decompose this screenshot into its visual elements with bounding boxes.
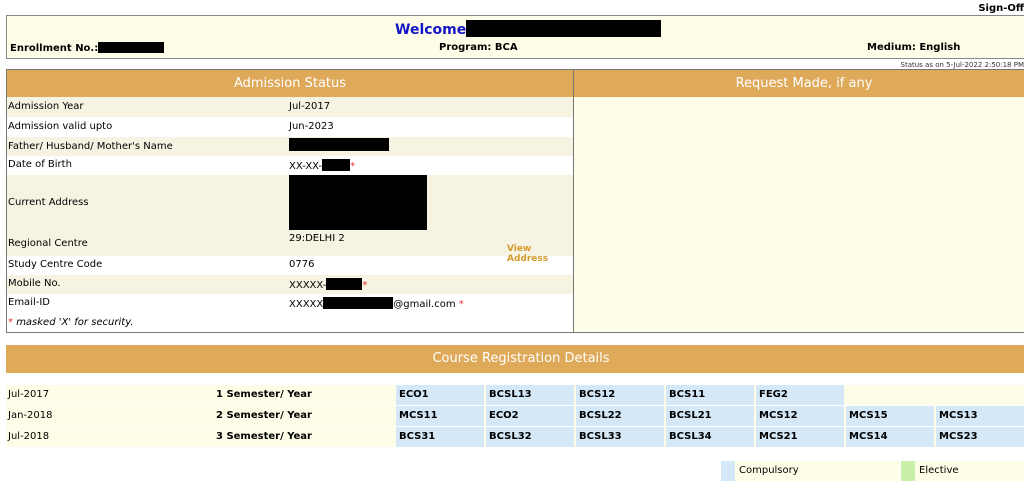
request-made-title: Request Made, if any [574, 70, 1024, 97]
course-code-cell: BCSL33 [576, 427, 664, 447]
course-code-cell: MCS11 [396, 406, 484, 426]
redacted-enrollment-number [98, 42, 165, 53]
course-code-cell: ECO2 [486, 406, 574, 426]
admission-row-valid-upto: Admission valid upto Jun-2023 [7, 117, 573, 137]
redacted-mobile [326, 278, 363, 290]
course-code-cell: MCS12 [756, 406, 844, 426]
course-code-cell: MCS23 [936, 427, 1024, 447]
welcome-heading: Welcome [395, 20, 662, 38]
course-session: Jul-2018 [8, 431, 50, 442]
course-code-cell: BCS12 [576, 385, 664, 405]
course-session: Jul-2017 [8, 389, 50, 400]
redacted-guardian-name [289, 138, 389, 151]
mask-star: * [350, 161, 356, 172]
dob-masked-text: XX-XX- [289, 161, 323, 172]
admission-row-guardian: Father/ Husband/ Mother's Name [7, 137, 573, 156]
course-code-cell: MCS13 [936, 406, 1024, 426]
course-semester: 2 Semester/ Year [216, 410, 312, 421]
study-centre-value: 0776 [289, 259, 315, 270]
request-made-panel: Request Made, if any [573, 69, 1024, 333]
email-masked-text: XXXXX [289, 299, 324, 310]
regional-centre-value: 29:DELHI 2 [289, 233, 345, 244]
enrollment-label: Enrollment No.: [10, 43, 99, 54]
course-row: Jan-2018 2 Semester/ Year MCS11 ECO2 BCS… [6, 406, 1024, 426]
mobile-value: XXXXX- * [289, 278, 367, 291]
course-code-cell: BCS31 [396, 427, 484, 447]
admission-status-panel: Admission Status Admission Year Jul-2017… [6, 69, 574, 333]
admission-row-regional-centre: Regional Centre 29:DELHI 2 [7, 232, 573, 256]
course-code-cell: BCS11 [666, 385, 754, 405]
student-header: Welcome Enrollment No.: Program: BCA Med… [6, 15, 1024, 59]
course-session: Jan-2018 [8, 410, 53, 421]
admission-row-address: Current Address [7, 175, 573, 232]
regional-centre-label: Regional Centre [8, 238, 88, 249]
current-address-value [289, 175, 427, 233]
course-code-cell: MCS15 [846, 406, 934, 426]
email-value: XXXXX @gmail.com * [289, 297, 464, 310]
course-code-cell: MCS14 [846, 427, 934, 447]
admission-row-year: Admission Year Jul-2017 [7, 97, 573, 117]
course-semester: 1 Semester/ Year [216, 389, 312, 400]
mask-note-text: masked 'X' for security. [16, 317, 134, 328]
guardian-name-label: Father/ Husband/ Mother's Name [8, 141, 173, 152]
admission-valid-upto-value: Jun-2023 [289, 121, 334, 132]
course-code-cell: BCSL21 [666, 406, 754, 426]
course-code-cell: ECO1 [396, 385, 484, 405]
admission-status-title: Admission Status [7, 70, 573, 97]
email-domain: @gmail.com [393, 299, 456, 310]
course-code-cell: BCSL22 [576, 406, 664, 426]
course-code-cell: BCSL13 [486, 385, 574, 405]
mask-star: * [362, 280, 368, 291]
course-registration-title: Course Registration Details [6, 345, 1024, 373]
dob-value: XX-XX- * [289, 159, 355, 172]
welcome-label: Welcome [395, 22, 467, 38]
sign-off-link[interactable]: Sign-Off [978, 3, 1024, 14]
admission-year-label: Admission Year [8, 101, 84, 112]
current-address-label: Current Address [8, 197, 89, 208]
admission-row-study-centre: Study Centre Code 0776 [7, 256, 573, 275]
study-centre-label: Study Centre Code [8, 259, 103, 270]
elective-swatch [901, 461, 915, 481]
mask-footnote: * masked 'X' for security. [8, 317, 134, 328]
course-code-cell: MCS21 [756, 427, 844, 447]
admission-row-email: Email-ID XXXXX @gmail.com * [7, 294, 573, 313]
redacted-dob-year [322, 159, 351, 171]
elective-legend-label: Elective [919, 465, 959, 476]
mask-star: * [458, 299, 464, 310]
mobile-label: Mobile No. [8, 278, 61, 289]
course-row: Jul-2017 1 Semester/ Year ECO1 BCSL13 BC… [6, 385, 1024, 405]
compulsory-swatch [721, 461, 735, 481]
program-label: Program: BCA [439, 42, 518, 53]
course-code-cell: FEG2 [756, 385, 844, 405]
guardian-name-value [289, 138, 389, 154]
mask-star: * [8, 317, 13, 328]
admission-row-dob: Date of Birth XX-XX- * [7, 156, 573, 175]
admission-valid-upto-label: Admission valid upto [8, 121, 113, 132]
status-timestamp: Status as on 5-Jul-2022 2:50:18 PM [900, 61, 1024, 69]
course-code-cell: BCSL32 [486, 427, 574, 447]
course-code-cell: BCSL34 [666, 427, 754, 447]
dob-label: Date of Birth [8, 159, 72, 170]
course-semester: 3 Semester/ Year [216, 431, 312, 442]
medium-label: Medium: English [867, 42, 961, 53]
redacted-email [323, 297, 394, 309]
admission-row-mobile: Mobile No. XXXXX- * [7, 275, 573, 294]
email-label: Email-ID [8, 297, 51, 308]
enrollment-number: Enrollment No.: [10, 42, 165, 54]
mobile-masked-text: XXXXX- [289, 280, 327, 291]
compulsory-legend-label: Compulsory [739, 465, 799, 476]
redacted-student-name [466, 20, 662, 37]
redacted-address [289, 175, 427, 230]
admission-year-value: Jul-2017 [289, 101, 331, 112]
course-row: Jul-2018 3 Semester/ Year BCS31 BCSL32 B… [6, 427, 1024, 447]
